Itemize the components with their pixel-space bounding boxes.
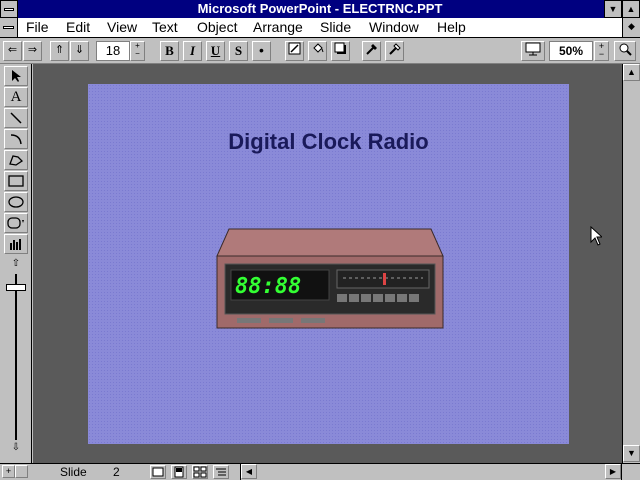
slide-show-icon[interactable] (521, 41, 545, 61)
slider-up-icon[interactable]: ⇧ (8, 258, 24, 272)
clock-digits: 88:88 (235, 274, 301, 299)
ellipse-tool-icon[interactable] (4, 192, 28, 212)
title-bar: Microsoft PowerPoint - ELECTRNC.PPT ▼ ▲ (0, 0, 640, 18)
restore-button[interactable]: ◆ (622, 18, 640, 37)
bullet-icon[interactable]: • (252, 41, 271, 61)
clock-radio-picture[interactable]: 88:88 (213, 226, 445, 336)
menu-slide[interactable]: Slide (320, 19, 351, 36)
apply-style-icon[interactable] (385, 41, 404, 61)
slide-canvas[interactable]: Digital Clock Radio 88:88 (88, 84, 569, 444)
zoom-field[interactable]: 50% (549, 41, 593, 61)
previous-slide-icon[interactable]: + (2, 465, 15, 478)
menu-text[interactable]: Text (152, 19, 178, 36)
document-control-menu-icon[interactable] (0, 18, 18, 37)
text-tool-icon[interactable]: A (4, 87, 28, 107)
fill-icon[interactable] (308, 41, 327, 61)
toolbar: ⇐ ⇒ ⇑ ⇓ 18 + − B I U S • 50% + − (0, 38, 640, 64)
slide-title[interactable]: Digital Clock Radio (88, 129, 569, 155)
slider-down-icon[interactable]: ⇩ (8, 442, 24, 456)
slide-view-icon[interactable] (150, 465, 166, 479)
pick-up-style-icon[interactable] (362, 41, 381, 61)
font-size-spinner[interactable]: + − (130, 41, 145, 61)
window-title: Microsoft PowerPoint - ELECTRNC.PPT (197, 1, 443, 16)
zoom-spinner[interactable]: + − (594, 41, 609, 61)
slide-sorter-view-icon[interactable] (192, 465, 208, 479)
underline-button[interactable]: U (206, 41, 225, 61)
font-size-field[interactable]: 18 (96, 41, 130, 61)
minimize-button[interactable]: ▼ (604, 0, 622, 18)
scroll-right-icon[interactable]: ▶ (605, 464, 621, 479)
arc-tool-icon[interactable] (4, 129, 28, 149)
slide-changer-icon[interactable] (15, 465, 28, 478)
menu-arrange[interactable]: Arrange (253, 19, 303, 36)
menu-help[interactable]: Help (437, 19, 466, 36)
menu-object[interactable]: Object (197, 19, 237, 36)
zoom-fit-icon[interactable] (614, 41, 636, 61)
shadow-button[interactable]: S (229, 41, 248, 61)
scroll-left-icon[interactable]: ◀ (241, 464, 257, 479)
italic-button[interactable]: I (183, 41, 202, 61)
demote-icon[interactable]: ⇒ (23, 41, 42, 61)
slide-number: 2 (113, 465, 120, 479)
graph-tool-icon[interactable] (4, 234, 28, 254)
tool-palette: A ⇧ ⇩ (0, 64, 32, 464)
notes-view-icon[interactable] (171, 465, 187, 479)
bold-button[interactable]: B (160, 41, 179, 61)
slide-workspace: Digital Clock Radio 88:88 (33, 64, 622, 463)
pointer-tool-icon[interactable] (4, 66, 28, 86)
shapes-tool-icon[interactable] (4, 213, 28, 233)
mouse-cursor-icon (590, 226, 602, 246)
app-control-menu-icon[interactable] (0, 0, 18, 18)
promote-icon[interactable]: ⇐ (3, 41, 22, 61)
outline-view-icon[interactable] (213, 465, 229, 479)
slider-thumb[interactable] (6, 284, 26, 291)
freeform-tool-icon[interactable] (4, 150, 28, 170)
menu-window[interactable]: Window (369, 19, 419, 36)
scroll-up-icon[interactable]: ▲ (623, 64, 640, 81)
slide-label: Slide (60, 465, 87, 479)
menu-bar: File Edit View Text Object Arrange Slide… (0, 18, 640, 38)
rectangle-tool-icon[interactable] (4, 171, 28, 191)
horizontal-scrollbar[interactable]: ◀ ▶ (240, 464, 622, 480)
vertical-scrollbar[interactable]: ▲ ▼ (622, 64, 640, 463)
status-bar: + Slide 2 ◀ ▶ (0, 463, 640, 480)
menu-edit[interactable]: Edit (66, 19, 90, 36)
maximize-button[interactable]: ▲ (622, 0, 640, 18)
move-up-icon[interactable]: ⇑ (50, 41, 69, 61)
menu-file[interactable]: File (26, 19, 49, 36)
scroll-down-icon[interactable]: ▼ (623, 445, 640, 462)
shadow-object-icon[interactable] (331, 41, 350, 61)
line-style-icon[interactable] (285, 41, 304, 61)
zoom-slider[interactable]: ⇧ ⇩ (4, 258, 28, 458)
line-tool-icon[interactable] (4, 108, 28, 128)
move-down-icon[interactable]: ⇓ (70, 41, 89, 61)
menu-view[interactable]: View (107, 19, 137, 36)
